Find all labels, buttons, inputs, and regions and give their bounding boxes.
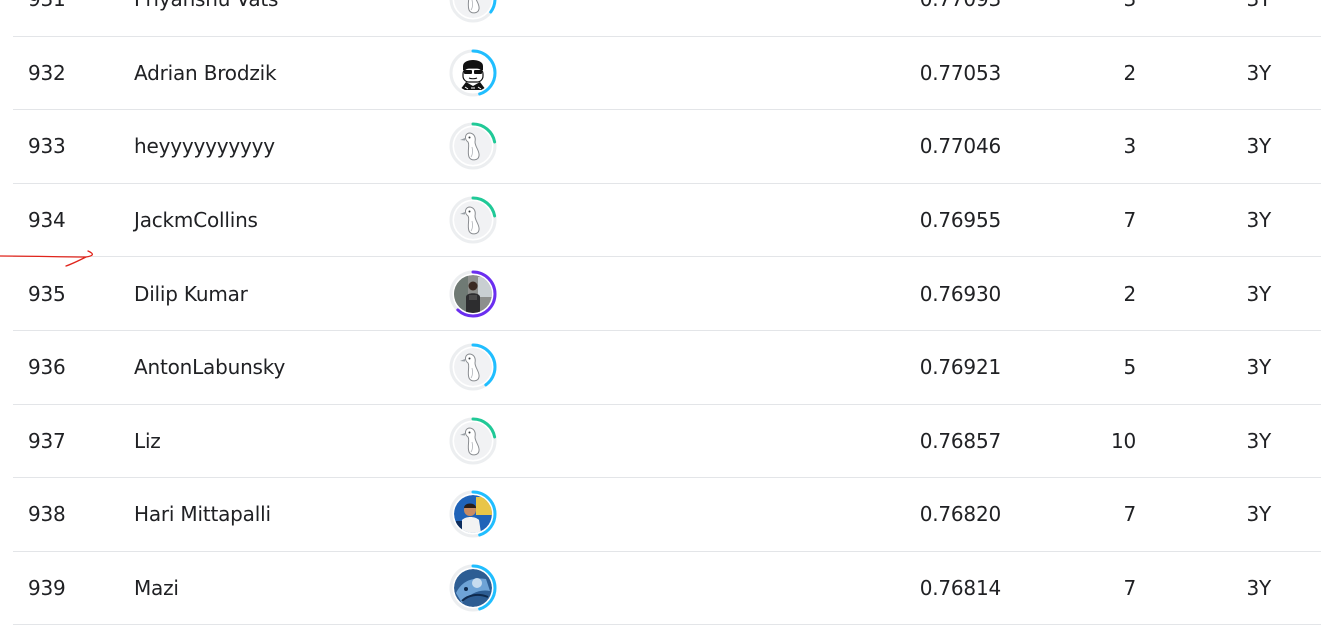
team-name-link[interactable]: Priyanshu Vats — [134, 0, 278, 11]
leaderboard-rows: 931 Priyanshu Vats 0.77093 3 3Y 932 Adrian Bro… — [13, 0, 1321, 625]
last-submission-cell: 3Y — [1246, 355, 1271, 380]
avatar[interactable] — [448, 563, 498, 613]
goose-icon — [449, 417, 497, 465]
goose-icon — [449, 0, 497, 23]
sunglasses-portrait-icon — [449, 49, 497, 97]
person-photo-icon — [449, 270, 497, 318]
last-submission-cell: 3Y — [1246, 134, 1271, 159]
leaderboard-row: 936 AntonLabunsky 0.76921 5 3Y — [13, 331, 1321, 405]
leaderboard-row: 938 Hari Mittapalli 0.76820 7 3Y — [13, 478, 1321, 552]
entries-cell: 3 — [1123, 134, 1136, 159]
leaderboard-table: 931 Priyanshu Vats 0.77093 3 3Y 932 Adrian Bro… — [13, 0, 1321, 625]
score-cell: 0.77053 — [919, 60, 1002, 85]
score-cell: 0.76921 — [919, 355, 1002, 380]
rank-cell: 936 — [28, 355, 66, 380]
leaderboard-row: 934 JackmCollins 0.76955 7 3Y — [13, 184, 1321, 258]
goose-icon — [449, 122, 497, 170]
last-submission-cell: 3Y — [1246, 281, 1271, 306]
entries-cell: 7 — [1123, 502, 1136, 527]
entries-cell: 7 — [1123, 576, 1136, 601]
entries-cell: 7 — [1123, 208, 1136, 233]
blue-art-icon — [449, 564, 497, 612]
entries-cell: 2 — [1123, 281, 1136, 306]
last-submission-cell: 3Y — [1246, 60, 1271, 85]
rank-cell: 933 — [28, 134, 66, 159]
child-photo-icon — [449, 490, 497, 538]
team-name-link[interactable]: Liz — [134, 429, 161, 453]
score-cell: 0.76930 — [919, 281, 1002, 306]
team-name-link[interactable]: heyyyyyyyyyy — [134, 134, 275, 158]
avatar[interactable] — [448, 0, 498, 24]
avatar[interactable] — [448, 489, 498, 539]
team-name-link[interactable]: Adrian Brodzik — [134, 61, 277, 85]
leaderboard-row: 935 Dilip Kumar 0.76930 2 3Y — [13, 257, 1321, 331]
goose-icon — [449, 343, 497, 391]
avatar[interactable] — [448, 121, 498, 171]
goose-icon — [449, 196, 497, 244]
last-submission-cell: 3Y — [1246, 428, 1271, 453]
entries-cell: 10 — [1110, 428, 1136, 453]
score-cell: 0.76820 — [919, 502, 1002, 527]
score-cell: 0.77093 — [920, 0, 1002, 11]
rank-cell: 938 — [28, 502, 66, 527]
rank-cell: 935 — [28, 281, 66, 306]
team-name-link[interactable]: Mazi — [134, 576, 179, 600]
last-submission-cell: 3Y — [1246, 0, 1271, 11]
team-name-link[interactable]: JackmCollins — [134, 208, 258, 232]
leaderboard-row: 933 heyyyyyyyyyy 0.77046 3 3Y — [13, 110, 1321, 184]
rank-cell: 937 — [28, 428, 66, 453]
last-submission-cell: 3Y — [1246, 576, 1271, 601]
entries-cell: 2 — [1123, 60, 1136, 85]
score-cell: 0.76814 — [919, 576, 1002, 601]
rank-cell: 939 — [28, 576, 66, 601]
leaderboard-row: 931 Priyanshu Vats 0.77093 3 3Y — [13, 0, 1321, 37]
entries-cell: 3 — [1123, 0, 1136, 11]
score-cell: 0.76955 — [919, 208, 1002, 233]
avatar[interactable] — [448, 269, 498, 319]
entries-cell: 5 — [1123, 355, 1136, 380]
score-cell: 0.76857 — [919, 428, 1002, 453]
last-submission-cell: 3Y — [1246, 208, 1271, 233]
leaderboard-row: 937 Liz 0.76857 10 3Y — [13, 405, 1321, 479]
avatar[interactable] — [448, 195, 498, 245]
rank-cell: 931 — [28, 0, 66, 11]
score-cell: 0.77046 — [919, 134, 1002, 159]
last-submission-cell: 3Y — [1246, 502, 1271, 527]
avatar[interactable] — [448, 48, 498, 98]
avatar[interactable] — [448, 342, 498, 392]
leaderboard-row: 939 Mazi 0.76814 7 3Y — [13, 552, 1321, 625]
avatar[interactable] — [448, 416, 498, 466]
rank-cell: 932 — [28, 60, 66, 85]
rank-cell: 934 — [28, 208, 66, 233]
team-name-link[interactable]: AntonLabunsky — [134, 355, 285, 379]
leaderboard-row: 932 Adrian Brodzik 0.77053 2 3Y — [13, 37, 1321, 111]
team-name-link[interactable]: Hari Mittapalli — [134, 502, 271, 526]
team-name-link[interactable]: Dilip Kumar — [134, 282, 248, 306]
